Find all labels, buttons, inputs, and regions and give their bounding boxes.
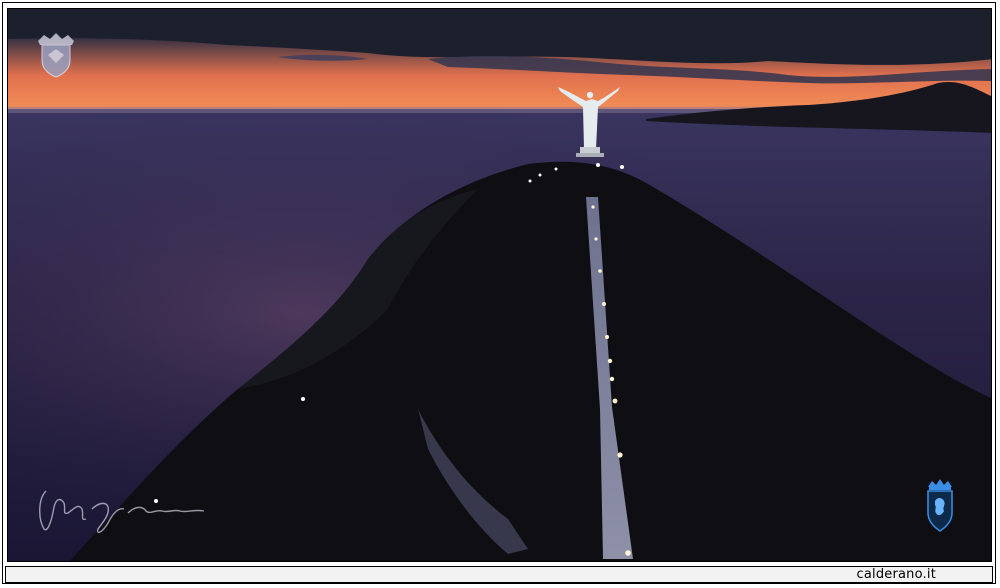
night-coast-scene bbox=[8, 9, 991, 561]
caption-bar: calderano.it bbox=[5, 566, 993, 583]
lion-shield-icon bbox=[927, 479, 953, 532]
site-label: calderano.it bbox=[856, 567, 936, 582]
photo bbox=[7, 8, 992, 562]
